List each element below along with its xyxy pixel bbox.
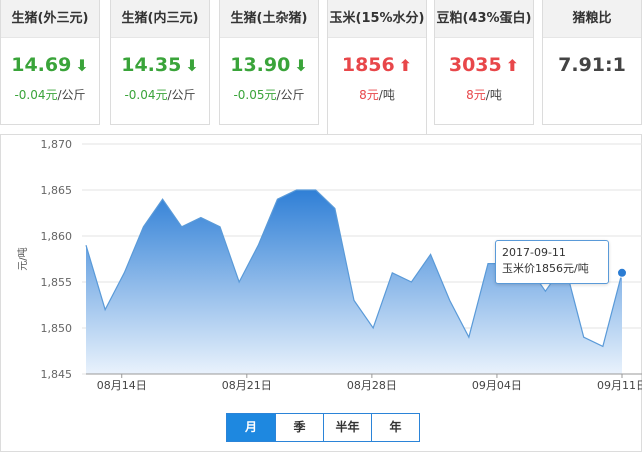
tooltip-text: 玉米价1856元/吨 [502,262,589,275]
card-title: 玉米(15%水分) [328,0,426,38]
card-title: 生猪(内三元) [111,0,209,38]
arrow-down-icon: ⬇ [185,56,199,75]
card-change: -0.05元/公斤 [233,88,305,102]
price-cards: 生猪(外三元) 14.69 ⬇ -0.04元/公斤 生猪(内三元) 14.35 ⬇ … [0,0,642,135]
card-title: 豆粕(43%蛋白) [435,0,533,38]
x-tick-label: 09月11日 [597,379,642,392]
card-price: 1856 ⬆ [341,54,413,76]
card-change: -0.04元/公斤 [14,88,86,102]
tab-quarter[interactable]: 季 [275,414,323,441]
tooltip-date: 2017-09-11 [502,246,566,259]
card-change: -0.04元/公斤 [124,88,196,102]
x-tick-label: 09月04日 [472,379,522,392]
card-title: 生猪(外三元) [1,0,99,38]
card-soymeal[interactable]: 豆粕(43%蛋白) 3035 ⬆ 8元/吨 [434,0,534,125]
card-change: 8元/吨 [359,88,395,102]
tab-year[interactable]: 年 [371,414,419,441]
y-tick-label: 1,845 [41,368,73,381]
card-price: 7.91:1 [558,54,626,76]
card-corn[interactable]: 玉米(15%水分) 1856 ⬆ 8元/吨 [327,0,427,135]
chart-tooltip: 2017-09-11 玉米价1856元/吨 [495,240,609,284]
y-tick-label: 1,865 [41,184,73,197]
x-tick-label: 08月21日 [222,379,272,392]
highlight-point [617,267,627,278]
card-price: 13.90 ⬇ [230,54,308,76]
y-axis-label: 元/吨 [16,247,29,270]
tab-half-year[interactable]: 半年 [323,414,371,441]
card-price: 14.35 ⬇ [121,54,199,76]
card-pig-inner[interactable]: 生猪(内三元) 14.35 ⬇ -0.04元/公斤 [110,0,210,125]
card-title: 生猪(土杂猪) [220,0,318,38]
x-tick-label: 08月28日 [347,379,397,392]
x-tick-label: 08月14日 [97,379,147,392]
y-tick-label: 1,860 [41,230,73,243]
card-pig-grain-ratio[interactable]: 猪粮比 7.91:1 [542,0,642,125]
arrow-up-icon: ⬆ [505,56,520,75]
card-title: 猪粮比 [543,0,641,38]
y-tick-label: 1,855 [41,276,73,289]
y-tick-label: 1,850 [41,322,73,335]
card-price: 14.69 ⬇ [11,54,89,76]
card-price: 3035 ⬆ [448,54,520,76]
y-tick-label: 1,870 [41,138,73,151]
card-pig-outer[interactable]: 生猪(外三元) 14.69 ⬇ -0.04元/公斤 [0,0,100,125]
arrow-down-icon: ⬇ [294,56,308,75]
arrow-up-icon: ⬆ [398,56,413,75]
tab-month[interactable]: 月 [227,414,275,441]
card-change: 8元/吨 [466,88,502,102]
range-tabs: 月 季 半年 年 [226,413,420,442]
arrow-down-icon: ⬇ [75,56,89,75]
card-pig-local[interactable]: 生猪(土杂猪) 13.90 ⬇ -0.05元/公斤 [219,0,319,125]
